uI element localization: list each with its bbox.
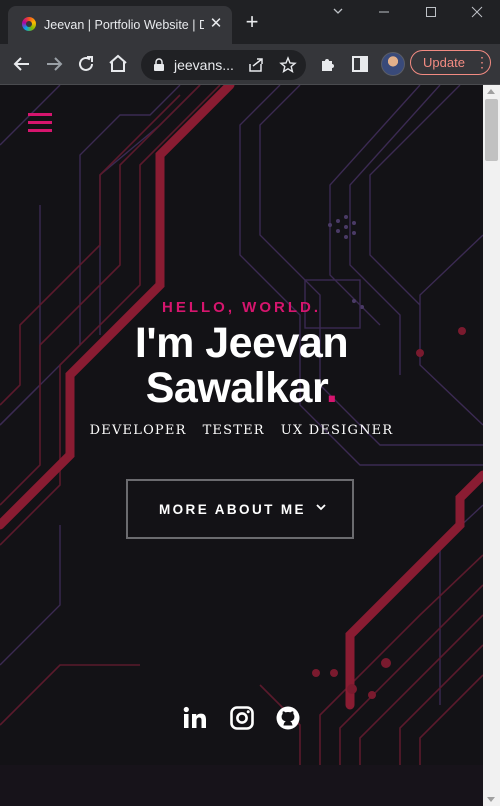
minimize-icon[interactable]: [372, 4, 396, 24]
update-label: Update: [423, 55, 465, 70]
more-about-me-button[interactable]: MORE ABOUT ME: [126, 479, 354, 539]
restore-icon[interactable]: [419, 4, 443, 24]
role-developer: DEVELOPER: [89, 423, 187, 438]
close-window-icon[interactable]: [465, 4, 489, 24]
more-about-me-label: MORE ABOUT ME: [159, 502, 306, 517]
browser-tab[interactable]: Jeevan | Portfolio Website | De ✕: [8, 6, 232, 44]
role-tester: TESTER: [202, 423, 265, 438]
menu-dots-icon[interactable]: ⋮: [475, 54, 489, 70]
hero-name-period: .: [325, 364, 338, 412]
hero-name-line2: Sawalkar.: [0, 366, 483, 411]
update-button[interactable]: Update ⋮: [410, 50, 491, 75]
linkedin-icon[interactable]: [182, 705, 208, 731]
hero-name-line1: I'm Jeevan: [134, 319, 349, 367]
back-icon[interactable]: [10, 52, 34, 76]
circuit-background: [0, 85, 483, 806]
reload-icon[interactable]: [74, 52, 98, 76]
lock-icon: [154, 58, 164, 71]
instagram-icon[interactable]: [229, 705, 255, 731]
profile-avatar[interactable]: [381, 52, 405, 76]
close-icon[interactable]: ✕: [208, 16, 224, 32]
scroll-up-arrow-icon[interactable]: [487, 89, 495, 94]
side-panel-icon[interactable]: [348, 52, 372, 76]
hero-surname: Sawalkar: [145, 364, 327, 412]
scroll-thumb[interactable]: [485, 99, 498, 161]
hamburger-icon[interactable]: [28, 113, 52, 135]
favicon: [22, 17, 36, 31]
star-icon[interactable]: [279, 56, 297, 74]
hero-roles: DEVELOPER TESTER UX DESIGNER: [0, 423, 483, 438]
extensions-icon[interactable]: [316, 52, 340, 76]
tab-search-icon[interactable]: [326, 4, 350, 24]
hero-greeting: HELLO, WORLD.: [162, 299, 321, 316]
url-text: jeevans...: [174, 57, 234, 73]
new-tab-icon[interactable]: +: [242, 11, 262, 33]
page-scrollbar[interactable]: [483, 85, 500, 806]
home-icon[interactable]: [106, 52, 130, 76]
tab-strip: Jeevan | Portfolio Website | De ✕ +: [0, 0, 500, 44]
scroll-down-arrow-icon[interactable]: [487, 797, 495, 802]
hero-name: I'm Jeevan Sawalkar.: [0, 321, 483, 411]
role-ux-designer: UX DESIGNER: [280, 423, 394, 438]
share-icon[interactable]: [247, 56, 265, 74]
portfolio-page: HELLO, WORLD. I'm Jeevan Sawalkar. DEVEL…: [0, 85, 483, 806]
forward-icon[interactable]: [42, 52, 66, 76]
github-icon[interactable]: [275, 705, 301, 731]
chevron-down-icon: [316, 504, 326, 511]
tab-title: Jeevan | Portfolio Website | De: [44, 18, 204, 32]
address-bar[interactable]: jeevans...: [141, 50, 306, 80]
